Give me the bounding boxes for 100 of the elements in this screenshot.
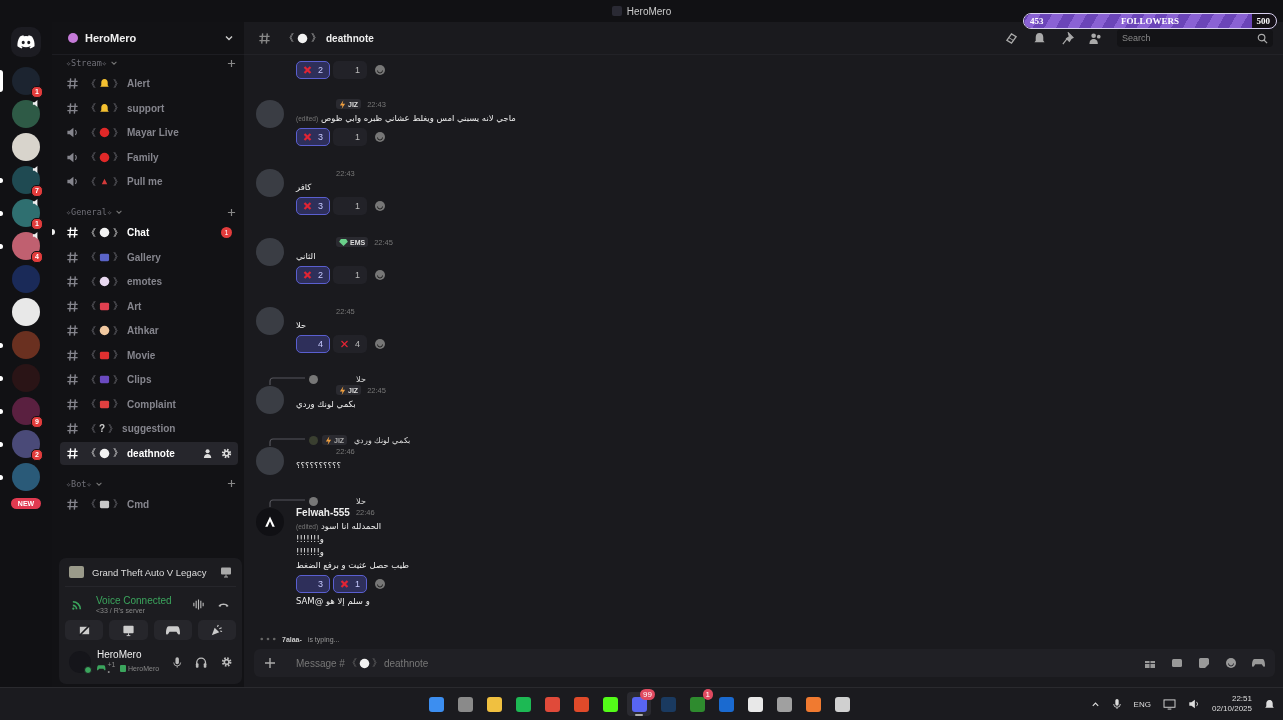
plus-icon[interactable] (264, 657, 276, 669)
add-channel-icon[interactable] (227, 58, 236, 68)
channel-item[interactable]: 《 》 Alert (60, 72, 238, 95)
channel-item[interactable]: 《 》 Mayar Live (60, 121, 238, 144)
reply-text[interactable]: بكمي لونك وردي (354, 435, 410, 445)
pin-icon[interactable] (1061, 31, 1074, 45)
message-text: و!!!!!!! (296, 534, 324, 544)
controller-icon[interactable] (1252, 658, 1265, 668)
reaction-button[interactable]: 3 (296, 197, 330, 215)
game-icon (120, 664, 126, 672)
reaction-button[interactable]: 3 (296, 575, 330, 593)
category-header[interactable]: ✧Stream✧ (66, 58, 107, 68)
reply-connector (269, 499, 305, 507)
microphone-icon[interactable] (1111, 698, 1122, 710)
notification-bell-icon[interactable] (1033, 31, 1046, 45)
reaction-button[interactable]: 1 (333, 61, 367, 79)
channel-item[interactable]: 《 》 Complaint (60, 392, 238, 416)
soundboard-button[interactable] (197, 620, 236, 640)
language-indicator[interactable]: ENG (1133, 699, 1151, 709)
add-reaction-icon[interactable] (374, 338, 386, 350)
channel-name: Athkar (127, 325, 159, 336)
add-channel-icon[interactable] (227, 207, 236, 217)
hash-icon (66, 373, 79, 386)
network-icon[interactable] (1162, 698, 1176, 710)
emoji-icon[interactable] (1225, 657, 1237, 669)
emoji-icon (99, 349, 110, 361)
settings-icon[interactable] (221, 447, 232, 459)
bracket: 《 (86, 250, 96, 264)
chevron-down-icon (109, 59, 118, 67)
clock[interactable]: 22:51 02/10/2025 (1211, 694, 1252, 714)
message-field[interactable]: Message # 《 》 deathnote (254, 649, 1275, 677)
add-reaction-icon[interactable] (374, 578, 386, 590)
channel-item[interactable]: 《 》 deathnote (60, 441, 238, 465)
channel-item[interactable]: 《 》 Pull me (60, 170, 238, 193)
monitor-icon (121, 623, 135, 637)
channel-item[interactable]: 《 》 Athkar (60, 319, 238, 342)
reply-text[interactable]: حلا (356, 496, 366, 506)
reaction-button[interactable]: 1 (333, 266, 367, 284)
volume-icon[interactable] (1187, 698, 1200, 710)
lightning-icon (325, 435, 332, 445)
reaction-button[interactable]: 1 (333, 575, 367, 593)
channel-title: deathnote (326, 32, 374, 44)
reaction-button[interactable]: 4 (296, 335, 330, 353)
add-channel-icon[interactable] (227, 479, 236, 488)
reaction-button[interactable]: 1 (333, 197, 367, 215)
discord-logo-icon (17, 35, 35, 49)
cross-mark-icon (340, 578, 349, 590)
category-header[interactable]: ✧Bot✧ (66, 478, 92, 489)
settings-icon[interactable] (220, 656, 232, 668)
screen-share-icon[interactable] (220, 566, 232, 578)
gif-icon[interactable] (1171, 657, 1183, 669)
reaction-button[interactable]: 3 (296, 128, 330, 146)
reaction-button[interactable]: 4 (333, 335, 367, 353)
activities-button[interactable] (153, 620, 192, 640)
unread-indicator (0, 244, 3, 249)
add-reaction-icon[interactable] (374, 269, 386, 281)
bracket: 》 (311, 31, 321, 45)
search-field[interactable]: Search (1117, 29, 1273, 47)
username: HeroMero (97, 649, 143, 660)
reaction-button[interactable]: 2 (296, 266, 330, 284)
channel-name: Art (127, 300, 142, 312)
message-text: كافر (296, 182, 312, 192)
add-reaction-icon[interactable] (374, 200, 386, 212)
channel-item[interactable]: 《 》 Clips (60, 368, 238, 391)
channel-item[interactable]: 《 》 support (60, 96, 238, 120)
bracket: 《 (86, 274, 96, 289)
channel-item[interactable]: 《 ? 》 suggestion (60, 417, 238, 440)
voice-status: Voice Connected (96, 595, 173, 606)
reaction-button[interactable]: 2 (296, 61, 330, 79)
channel-item[interactable]: 《 》 emotes (60, 270, 238, 293)
add-reaction-icon[interactable] (374, 131, 386, 143)
sticker-icon[interactable] (1198, 657, 1210, 669)
hash-icon (66, 299, 79, 313)
server-icon[interactable] (12, 298, 40, 326)
headphones-icon[interactable] (195, 655, 208, 669)
server-icon[interactable] (12, 133, 40, 161)
reply-text[interactable]: حلا (356, 374, 366, 384)
chevron-up-icon[interactable] (1090, 699, 1100, 709)
category-header[interactable]: ✧General✧ (66, 207, 113, 217)
author-name[interactable]: Felwah-555 (296, 506, 350, 518)
channel-item[interactable]: 《 》 Gallery (60, 245, 238, 269)
camera-off-button[interactable] (65, 620, 104, 640)
noise-suppression-icon[interactable] (192, 598, 205, 611)
invite-icon[interactable] (203, 447, 214, 459)
channel-item[interactable]: 《 》 Family (60, 145, 238, 169)
unread-indicator (0, 178, 3, 183)
channel-item[interactable]: 《 》 Art (60, 294, 238, 318)
discord-home-button[interactable] (11, 27, 41, 57)
channel-item[interactable]: 《 》 Cmd (60, 492, 238, 516)
microphone-icon[interactable] (172, 655, 183, 669)
reaction-button[interactable]: 1 (333, 128, 367, 146)
threads-icon[interactable] (1005, 31, 1018, 45)
channel-item[interactable]: 《 》 Movie (60, 343, 238, 367)
members-icon[interactable] (1089, 31, 1102, 45)
notifications-icon[interactable] (1264, 698, 1275, 710)
share-screen-button[interactable] (109, 620, 148, 640)
hash-icon (66, 250, 79, 264)
user-avatar[interactable] (69, 651, 91, 673)
add-reaction-icon[interactable] (374, 64, 386, 76)
user-avatar[interactable] (256, 508, 284, 536)
